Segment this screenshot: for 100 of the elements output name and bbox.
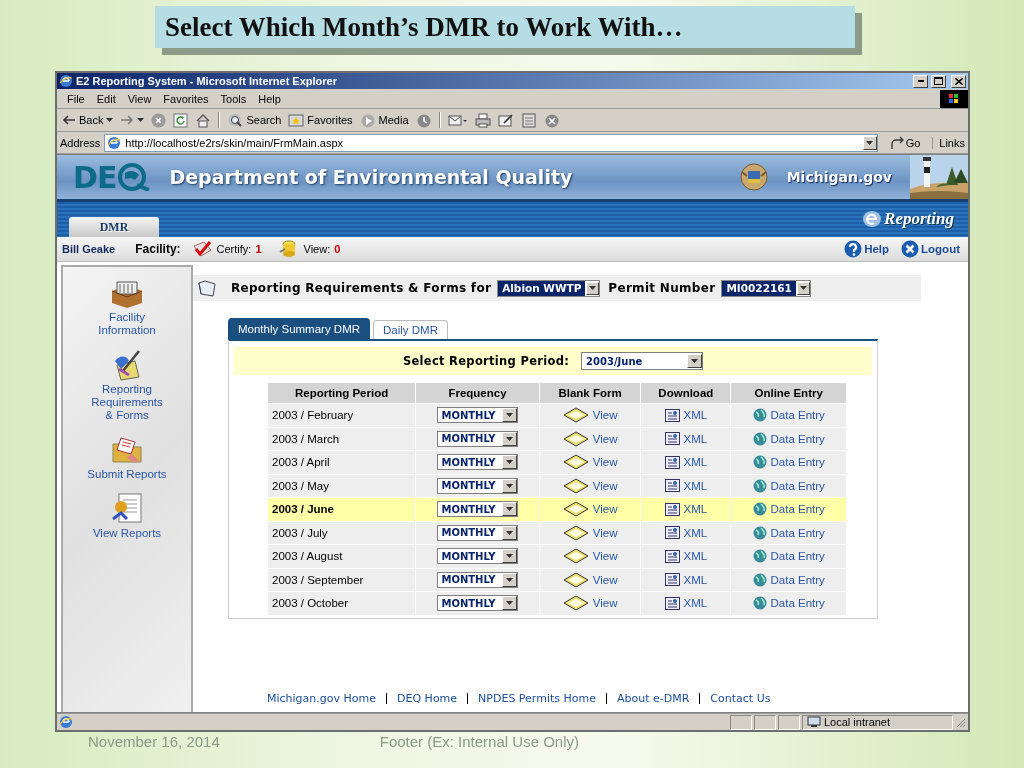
footer-link[interactable]: NPDES Permits Home: [467, 693, 606, 704]
media-button[interactable]: Media: [356, 111, 412, 129]
frequency-dropdown[interactable]: MONTHLY: [437, 524, 518, 541]
period-dropdown[interactable]: 2003/June: [581, 352, 704, 370]
e-reporting-logo: Reporting: [862, 209, 954, 229]
frequency-dropdown[interactable]: MONTHLY: [437, 501, 518, 518]
globe-icon: [752, 525, 767, 540]
help-button[interactable]: Help: [844, 240, 890, 258]
footer-link[interactable]: Michigan.gov Home: [267, 693, 387, 704]
nav-tab[interactable]: DMR: [69, 217, 159, 237]
view-link[interactable]: View: [592, 409, 618, 422]
xml-link[interactable]: XML: [683, 456, 708, 469]
frequency-dropdown[interactable]: MONTHLY: [437, 430, 518, 447]
menu-item[interactable]: View: [121, 92, 158, 105]
period-label: Select Reporting Period:: [402, 354, 570, 368]
back-arrow-icon: [62, 114, 76, 126]
certificate-icon: [109, 491, 145, 525]
footer-link[interactable]: Contact Us: [699, 693, 781, 704]
sidebar-item[interactable]: Reporting Requirements & Forms: [86, 347, 168, 422]
view-link[interactable]: View: [592, 597, 618, 610]
globe-icon: [752, 572, 767, 587]
frequency-dropdown[interactable]: MONTHLY: [437, 571, 518, 588]
period-text: 2003 / August: [272, 550, 343, 563]
favorites-button[interactable]: Favorites: [285, 112, 356, 128]
printer-icon: [474, 112, 491, 128]
xml-link[interactable]: XML: [683, 432, 708, 445]
browser-logo-icon: [59, 74, 73, 88]
sidebar-item[interactable]: Submit Reports: [86, 432, 168, 481]
minimize-button[interactable]: [913, 74, 928, 88]
caret-icon: [106, 118, 114, 122]
period-text: 2003 / June: [272, 503, 334, 516]
table-row[interactable]: 2003 / June MONTHLY View XML Data Entry: [268, 497, 846, 521]
tab[interactable]: Monthly Summary DMR: [228, 318, 371, 339]
maximize-button[interactable]: [931, 74, 946, 88]
requirements-heading: Reporting Requirements & Forms for: [231, 281, 492, 295]
globe-icon: [752, 502, 767, 517]
view-link[interactable]: View: [592, 479, 618, 492]
home-icon: [195, 112, 212, 128]
footer-link[interactable]: About e-DMR: [606, 693, 700, 704]
footer-link[interactable]: DEQ Home: [386, 693, 468, 704]
menu-item[interactable]: Tools: [214, 92, 253, 105]
frequency-dropdown[interactable]: MONTHLY: [437, 477, 518, 494]
go-button[interactable]: Go: [881, 135, 929, 150]
agency-title: Department of Environmental Quality: [169, 166, 573, 188]
stop-icon: [151, 112, 167, 128]
table-row[interactable]: 2003 / October MONTHLY View XML Data Entry: [268, 591, 846, 615]
xml-link[interactable]: XML: [683, 503, 708, 516]
sidebar-item[interactable]: View Reports: [86, 491, 168, 540]
logout-button[interactable]: Logout: [901, 240, 960, 258]
maximize-icon: [934, 77, 943, 85]
table-row[interactable]: 2003 / April MONTHLY View XML Data Entry: [268, 450, 846, 474]
view-link[interactable]: View: [592, 432, 618, 445]
table-row[interactable]: 2003 / February MONTHLY View XML Data Entry: [268, 403, 846, 427]
xml-link[interactable]: XML: [683, 550, 708, 563]
certify-count: 1: [255, 243, 262, 255]
view-link[interactable]: View: [592, 573, 618, 586]
play-icon: [359, 112, 376, 128]
xml-link[interactable]: XML: [683, 526, 708, 539]
xml-link[interactable]: XML: [683, 409, 708, 422]
xml-link[interactable]: XML: [683, 479, 708, 492]
x-circle-icon: [543, 112, 560, 128]
xml-link[interactable]: XML: [683, 597, 708, 610]
view-link[interactable]: View: [592, 503, 618, 516]
address-field[interactable]: http://localhost/e2rs/skin/main/FrmMain.aspx: [104, 133, 878, 152]
table-row[interactable]: 2003 / July MONTHLY View XML Data Entry: [268, 520, 846, 544]
back-button[interactable]: Back: [59, 113, 117, 127]
table-row[interactable]: 2003 / August MONTHLY View XML Data Entry: [268, 544, 846, 568]
status-pane: [754, 714, 776, 730]
column-header: Blank Form: [539, 383, 641, 403]
document-icon: [664, 549, 680, 563]
caret-icon: [137, 118, 145, 122]
links-button[interactable]: Links: [932, 136, 965, 149]
frequency-dropdown[interactable]: MONTHLY: [437, 454, 518, 471]
document-icon: [664, 502, 680, 516]
close-button[interactable]: [951, 74, 966, 88]
frequency-dropdown[interactable]: MONTHLY: [437, 595, 518, 612]
view-link[interactable]: View: [592, 526, 618, 539]
search-button[interactable]: Search: [224, 111, 285, 129]
pencil-icon: [497, 112, 514, 128]
frequency-dropdown[interactable]: MONTHLY: [437, 548, 518, 565]
dropdown-arrow-icon: [866, 140, 874, 145]
frequency-dropdown[interactable]: MONTHLY: [437, 407, 518, 424]
sidebar-item[interactable]: Facility Information: [86, 277, 168, 337]
column-header: Download: [641, 383, 731, 403]
facility-dropdown[interactable]: Albion WWTP: [497, 279, 601, 297]
table-row[interactable]: 2003 / September MONTHLY View XML Data Entry: [268, 567, 846, 591]
status-pane: [730, 714, 752, 730]
menu-item[interactable]: Favorites: [157, 92, 215, 105]
forward-arrow-icon: [120, 114, 135, 126]
e-circle-icon: [862, 210, 883, 228]
menu-item[interactable]: Edit: [90, 92, 122, 105]
tab[interactable]: Daily DMR: [373, 320, 448, 339]
permit-dropdown[interactable]: MI0022161: [721, 279, 811, 297]
view-link[interactable]: View: [592, 550, 618, 563]
view-link[interactable]: View: [592, 456, 618, 469]
table-row[interactable]: 2003 / May MONTHLY View XML Data Entry: [268, 473, 846, 497]
table-row[interactable]: 2003 / March MONTHLY View XML Data Entry: [268, 426, 846, 450]
menu-item[interactable]: Help: [252, 92, 287, 105]
menu-item[interactable]: File: [61, 92, 91, 105]
xml-link[interactable]: XML: [683, 573, 708, 586]
